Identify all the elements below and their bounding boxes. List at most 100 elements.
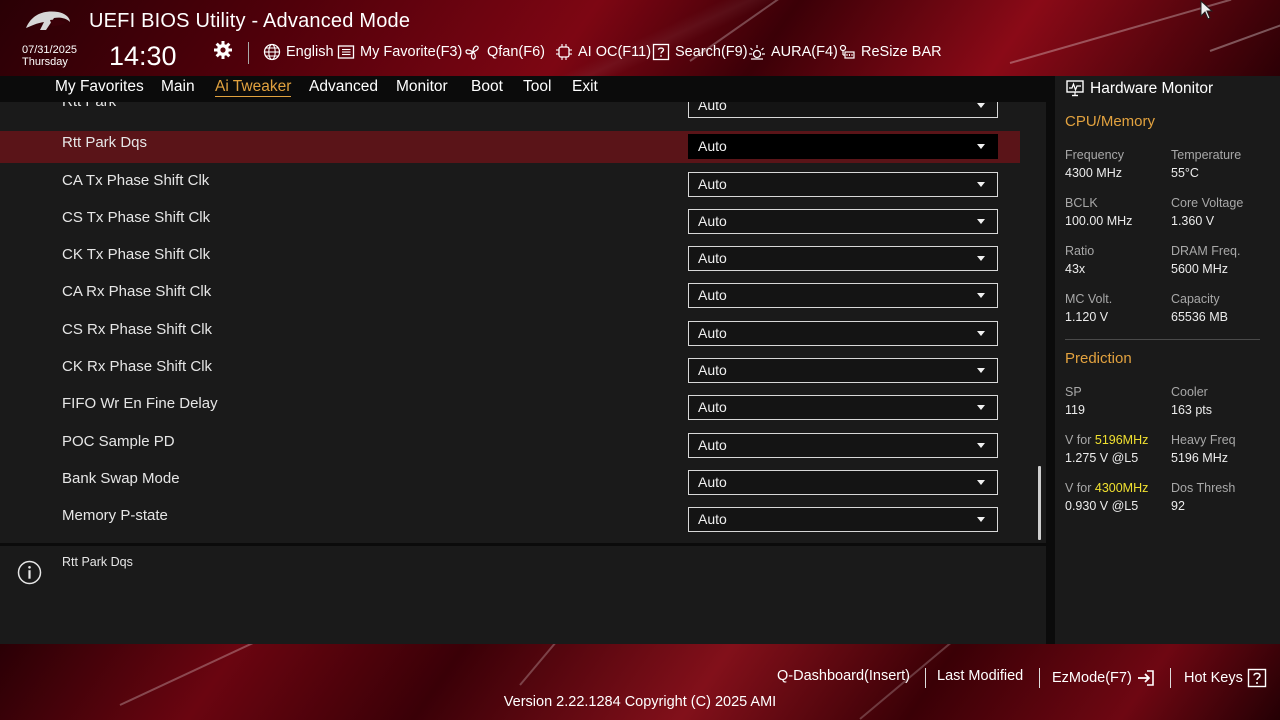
mc-volt-label: MC Volt. (1065, 292, 1113, 306)
dropdown-value: Auto (698, 437, 727, 453)
setting-label: Rtt Park Dqs (62, 134, 148, 151)
v-for-heavy-label: V for 5196MHz (1065, 433, 1148, 447)
core-voltage-label: Core Voltage (1171, 196, 1244, 210)
clock-time[interactable]: 14:30 (109, 41, 177, 72)
bclk-label: BCLK (1065, 196, 1098, 210)
help-question-icon (1247, 668, 1267, 688)
setting-dropdown[interactable]: Auto (688, 507, 998, 532)
tab-ai-tweaker[interactable]: Ai Tweaker (215, 78, 292, 97)
ai-oc-button[interactable]: AI OC(F11) (555, 42, 651, 62)
core-voltage-value: 1.360 V (1171, 214, 1215, 228)
setting-row-rtt-park-dqs[interactable]: Rtt Park Dqs Auto (0, 131, 1020, 163)
setting-row-memory-p-state[interactable]: Memory P-state Auto (0, 504, 1020, 536)
setting-label: CS Tx Phase Shift Clk (62, 209, 211, 226)
aura-label: AURA(F4) (771, 44, 838, 60)
setting-dropdown[interactable]: Auto (688, 102, 998, 118)
cooler-label: Cooler (1171, 385, 1208, 399)
temperature-value: 55°C (1171, 166, 1199, 180)
main-nav-tabs: My Favorites Main Ai Tweaker Advanced Mo… (0, 76, 1046, 102)
dropdown-value: Auto (698, 399, 727, 415)
ezmode-button[interactable]: EzMode(F7) (1052, 668, 1156, 688)
tab-main[interactable]: Main (161, 78, 195, 96)
frequency-value: 4300 MHz (1065, 166, 1122, 180)
search-help-icon (652, 43, 670, 61)
chevron-down-icon (977, 480, 985, 485)
setting-dropdown[interactable]: Auto (688, 172, 998, 197)
setting-dropdown[interactable]: Auto (688, 283, 998, 308)
setting-dropdown[interactable]: Auto (688, 395, 998, 420)
chevron-down-icon (977, 368, 985, 373)
chevron-down-icon (977, 182, 985, 187)
last-modified-button[interactable]: Last Modified (937, 668, 1023, 684)
setting-row-bank-swap-mode[interactable]: Bank Swap Mode Auto (0, 467, 1020, 499)
capacity-label: Capacity (1171, 292, 1220, 306)
language-label: English (286, 44, 334, 60)
chevron-down-icon (977, 331, 985, 336)
rog-logo-icon (26, 11, 70, 30)
header-divider (248, 42, 249, 64)
chevron-down-icon (977, 144, 985, 149)
resize-bar-button[interactable]: ReSize BAR (838, 42, 942, 62)
tab-advanced[interactable]: Advanced (309, 78, 378, 96)
setting-dropdown[interactable]: Auto (688, 358, 998, 383)
scrollbar-thumb[interactable] (1038, 466, 1041, 540)
setting-dropdown[interactable]: Auto (688, 470, 998, 495)
setting-dropdown[interactable]: Auto (688, 433, 998, 458)
dram-freq-label: DRAM Freq. (1171, 244, 1241, 258)
tab-monitor[interactable]: Monitor (396, 78, 448, 96)
hot-keys-label: Hot Keys (1184, 670, 1243, 686)
search-label: Search(F9) (675, 44, 748, 60)
tab-exit[interactable]: Exit (572, 78, 598, 96)
setting-label: Rtt Park (62, 102, 116, 110)
language-button[interactable]: English (263, 42, 334, 62)
resize-bar-icon (839, 44, 855, 59)
v-for-current-value: 0.930 V @L5 (1065, 499, 1139, 513)
chevron-down-icon (977, 405, 985, 410)
hot-keys-button[interactable]: Hot Keys (1184, 668, 1267, 688)
setting-row-ca-rx-phase-shift-clk[interactable]: CA Rx Phase Shift Clk Auto (0, 280, 1020, 312)
my-favorite-button[interactable]: My Favorite(F3) (337, 42, 462, 62)
setting-row-cs-rx-phase-shift-clk[interactable]: CS Rx Phase Shift Clk Auto (0, 318, 1020, 350)
frequency-label: Frequency (1065, 148, 1125, 162)
setting-label: Bank Swap Mode (62, 470, 180, 487)
qfan-button[interactable]: Qfan(F6) (464, 42, 545, 62)
decor-streak (1009, 0, 1232, 64)
chevron-down-icon (977, 256, 985, 261)
favorite-list-icon (337, 45, 355, 59)
setting-dropdown[interactable]: Auto (688, 321, 998, 346)
setting-row-ca-tx-phase-shift-clk[interactable]: CA Tx Phase Shift Clk Auto (0, 169, 1020, 201)
temperature-label: Temperature (1171, 148, 1242, 162)
chevron-down-icon (977, 219, 985, 224)
setting-dropdown[interactable]: Auto (688, 246, 998, 271)
bclk-value: 100.00 MHz (1065, 214, 1133, 228)
decor-streak (519, 644, 598, 686)
globe-icon (263, 43, 281, 61)
dropdown-value: Auto (698, 102, 727, 113)
setting-row-ck-rx-phase-shift-clk[interactable]: CK Rx Phase Shift Clk Auto (0, 355, 1020, 387)
setting-label: CS Rx Phase Shift Clk (62, 321, 213, 338)
setting-row-cs-tx-phase-shift-clk[interactable]: CS Tx Phase Shift Clk Auto (0, 206, 1020, 238)
tab-boot[interactable]: Boot (471, 78, 503, 96)
search-button[interactable]: Search(F9) (652, 42, 748, 62)
v-for-prefix: V for (1065, 481, 1095, 495)
tab-my-favorites[interactable]: My Favorites (55, 78, 144, 96)
help-info-panel: Rtt Park Dqs (0, 546, 1046, 644)
chevron-down-icon (977, 103, 985, 108)
ai-chip-icon (556, 44, 572, 60)
setting-row-rtt-park[interactable]: Rtt Park Auto (0, 102, 1020, 122)
cooler-value: 163 pts (1171, 403, 1213, 417)
setting-dropdown[interactable]: Auto (688, 209, 998, 234)
gear-icon[interactable] (213, 40, 233, 60)
setting-row-fifo-wr-en-fine-delay[interactable]: FIFO Wr En Fine Delay Auto (0, 392, 1020, 424)
dropdown-value: Auto (698, 176, 727, 192)
setting-row-ck-tx-phase-shift-clk[interactable]: CK Tx Phase Shift Clk Auto (0, 243, 1020, 275)
q-dashboard-button[interactable]: Q-Dashboard(Insert) (777, 668, 910, 684)
setting-dropdown[interactable]: Auto (688, 134, 998, 159)
app-title: UEFI BIOS Utility - Advanced Mode (89, 10, 411, 32)
date-text: 07/31/2025 (22, 44, 78, 56)
tab-tool[interactable]: Tool (523, 78, 551, 96)
setting-row-poc-sample-pd[interactable]: POC Sample PD Auto (0, 430, 1020, 462)
qfan-label: Qfan(F6) (487, 44, 546, 60)
aura-button[interactable]: AURA(F4) (748, 42, 838, 62)
v-for-heavy-value: 1.275 V @L5 (1065, 451, 1139, 465)
